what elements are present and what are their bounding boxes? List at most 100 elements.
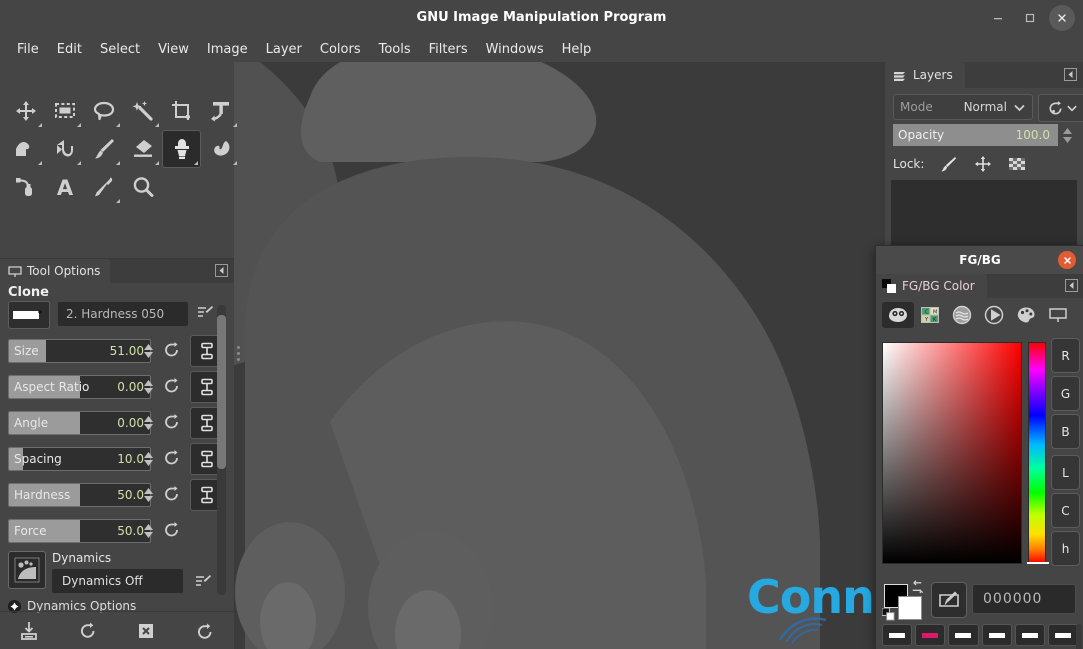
reset-force-icon[interactable] [163, 521, 181, 539]
palette-scrollbar[interactable] [1076, 624, 1082, 649]
menu-tools[interactable]: Tools [370, 39, 420, 60]
dynamics-edit-icon[interactable] [194, 573, 212, 591]
brush-name-field[interactable]: 2. Hardness 050 [58, 302, 188, 326]
menu-filters[interactable]: Filters [420, 39, 477, 60]
smudge-tool[interactable] [201, 130, 240, 168]
channel-button-h[interactable]: h [1051, 531, 1080, 566]
channel-button-l[interactable]: L [1051, 455, 1080, 490]
tab-tool-options[interactable]: Tool Options [0, 259, 111, 283]
alpha-lock-icon[interactable] [1008, 155, 1026, 173]
panel-menu-icon[interactable] [1065, 279, 1078, 292]
tab-fgbg-color[interactable]: FG/BG Color [876, 274, 987, 298]
layer-mode-combo[interactable]: Mode Normal [893, 94, 1033, 120]
maximize-button[interactable] [1017, 5, 1043, 31]
force-spinner[interactable] [141, 519, 155, 543]
save-icon[interactable] [19, 621, 39, 641]
watercolor-selector-tab[interactable] [946, 302, 978, 328]
force-slider[interactable]: Force 50.0 [8, 519, 151, 543]
size-spinner[interactable] [141, 339, 155, 363]
layer-opacity-spinner[interactable] [1060, 124, 1074, 146]
eraser-tool[interactable] [123, 130, 162, 168]
channel-button-r[interactable]: R [1051, 338, 1080, 373]
minimize-button[interactable] [985, 5, 1011, 31]
rectangle-select-tool[interactable] [45, 92, 84, 130]
palette-selector-tab[interactable] [1010, 302, 1042, 328]
panel-menu-icon[interactable] [215, 264, 228, 277]
palette-swatch[interactable] [981, 624, 1012, 646]
spacing-slider[interactable]: Spacing 10.0 [8, 447, 151, 471]
bucket-fill-tool[interactable] [45, 130, 84, 168]
hex-color-input[interactable]: 000000 [972, 584, 1076, 614]
channel-button-b[interactable]: B [1051, 414, 1080, 449]
hardness-slider[interactable]: Hardness 50.0 [8, 483, 151, 507]
brush-preview-swatch[interactable] [8, 301, 50, 329]
menu-edit[interactable]: Edit [48, 39, 91, 60]
reset-aspect-ratio-icon[interactable] [163, 377, 181, 395]
palette-swatch[interactable] [882, 624, 913, 646]
dock-drag-handle[interactable] [234, 338, 242, 368]
clone-tool[interactable] [162, 130, 201, 168]
triangle-selector-tab[interactable] [978, 302, 1010, 328]
reset-colors-icon[interactable] [882, 608, 895, 621]
reset-icon[interactable] [195, 621, 215, 641]
size-slider[interactable]: Size 51.00 [8, 339, 151, 363]
tool-options-scrollbar[interactable] [217, 305, 226, 595]
text-tool[interactable]: A [45, 168, 84, 206]
move-tool[interactable] [6, 92, 45, 130]
channel-button-g[interactable]: G [1051, 376, 1080, 411]
restore-icon[interactable] [78, 621, 98, 641]
panel-menu-icon[interactable] [1064, 68, 1077, 81]
fuzzy-select-tool[interactable] [123, 92, 162, 130]
reset-angle-icon[interactable] [163, 413, 181, 431]
layer-mode-extra-button[interactable] [1038, 94, 1083, 122]
palette-swatch[interactable] [915, 624, 946, 646]
menu-windows[interactable]: Windows [477, 39, 553, 60]
palette-swatch[interactable] [1047, 624, 1079, 646]
gradient-tool[interactable] [6, 130, 45, 168]
palette-swatch[interactable] [948, 624, 979, 646]
scales-selector-tab[interactable] [1042, 302, 1074, 328]
channel-button-c[interactable]: C [1051, 493, 1080, 528]
menu-select[interactable]: Select [91, 39, 149, 60]
reset-size-icon[interactable] [163, 341, 181, 359]
fgbg-color-pair[interactable] [882, 580, 926, 621]
close-button[interactable] [1049, 5, 1075, 31]
saturation-value-field[interactable] [882, 342, 1022, 564]
brush-lock-icon[interactable] [940, 155, 958, 173]
zoom-tool[interactable] [123, 168, 162, 206]
dialog-background-swatch[interactable] [898, 596, 922, 620]
paths-tool[interactable] [6, 168, 45, 206]
color-pick-button[interactable] [931, 582, 967, 618]
aspect-ratio-slider[interactable]: Aspect Ratio 0.00 [8, 375, 151, 399]
gimp-selector-tab[interactable] [882, 302, 914, 328]
menu-image[interactable]: Image [198, 39, 257, 60]
spacing-spinner[interactable] [141, 447, 155, 471]
color-picker-tool[interactable] [84, 168, 123, 206]
palette-swatch[interactable] [1014, 624, 1045, 646]
tool-options-scrollbar-thumb[interactable] [217, 315, 226, 469]
menu-view[interactable]: View [149, 39, 198, 60]
angle-slider[interactable]: Angle 0.00 [8, 411, 151, 435]
swap-colors-icon[interactable] [910, 580, 925, 595]
layer-opacity-slider[interactable]: Opacity 100.0 [893, 124, 1058, 146]
hardness-spinner[interactable] [141, 483, 155, 507]
free-select-tool[interactable] [84, 92, 123, 130]
tab-layers[interactable]: Layers [885, 62, 965, 88]
dynamics-combo[interactable]: Dynamics Off [52, 569, 183, 593]
menu-colors[interactable]: Colors [311, 39, 370, 60]
reset-hardness-icon[interactable] [163, 485, 181, 503]
menu-help[interactable]: Help [553, 39, 601, 60]
transform-tool[interactable] [201, 92, 240, 130]
move-lock-icon[interactable] [974, 155, 992, 173]
delete-icon[interactable] [136, 621, 156, 641]
menu-file[interactable]: File [8, 39, 48, 60]
reset-spacing-icon[interactable] [163, 449, 181, 467]
cmyk-selector-tab[interactable]: C M Y K [914, 302, 946, 328]
fgbg-close-button[interactable] [1058, 251, 1076, 269]
angle-spinner[interactable] [141, 411, 155, 435]
crop-tool[interactable] [162, 92, 201, 130]
aspect-ratio-spinner[interactable] [141, 375, 155, 399]
brush-edit-icon[interactable] [196, 304, 214, 322]
dynamics-preview-swatch[interactable] [8, 551, 46, 589]
menu-layer[interactable]: Layer [257, 39, 311, 60]
